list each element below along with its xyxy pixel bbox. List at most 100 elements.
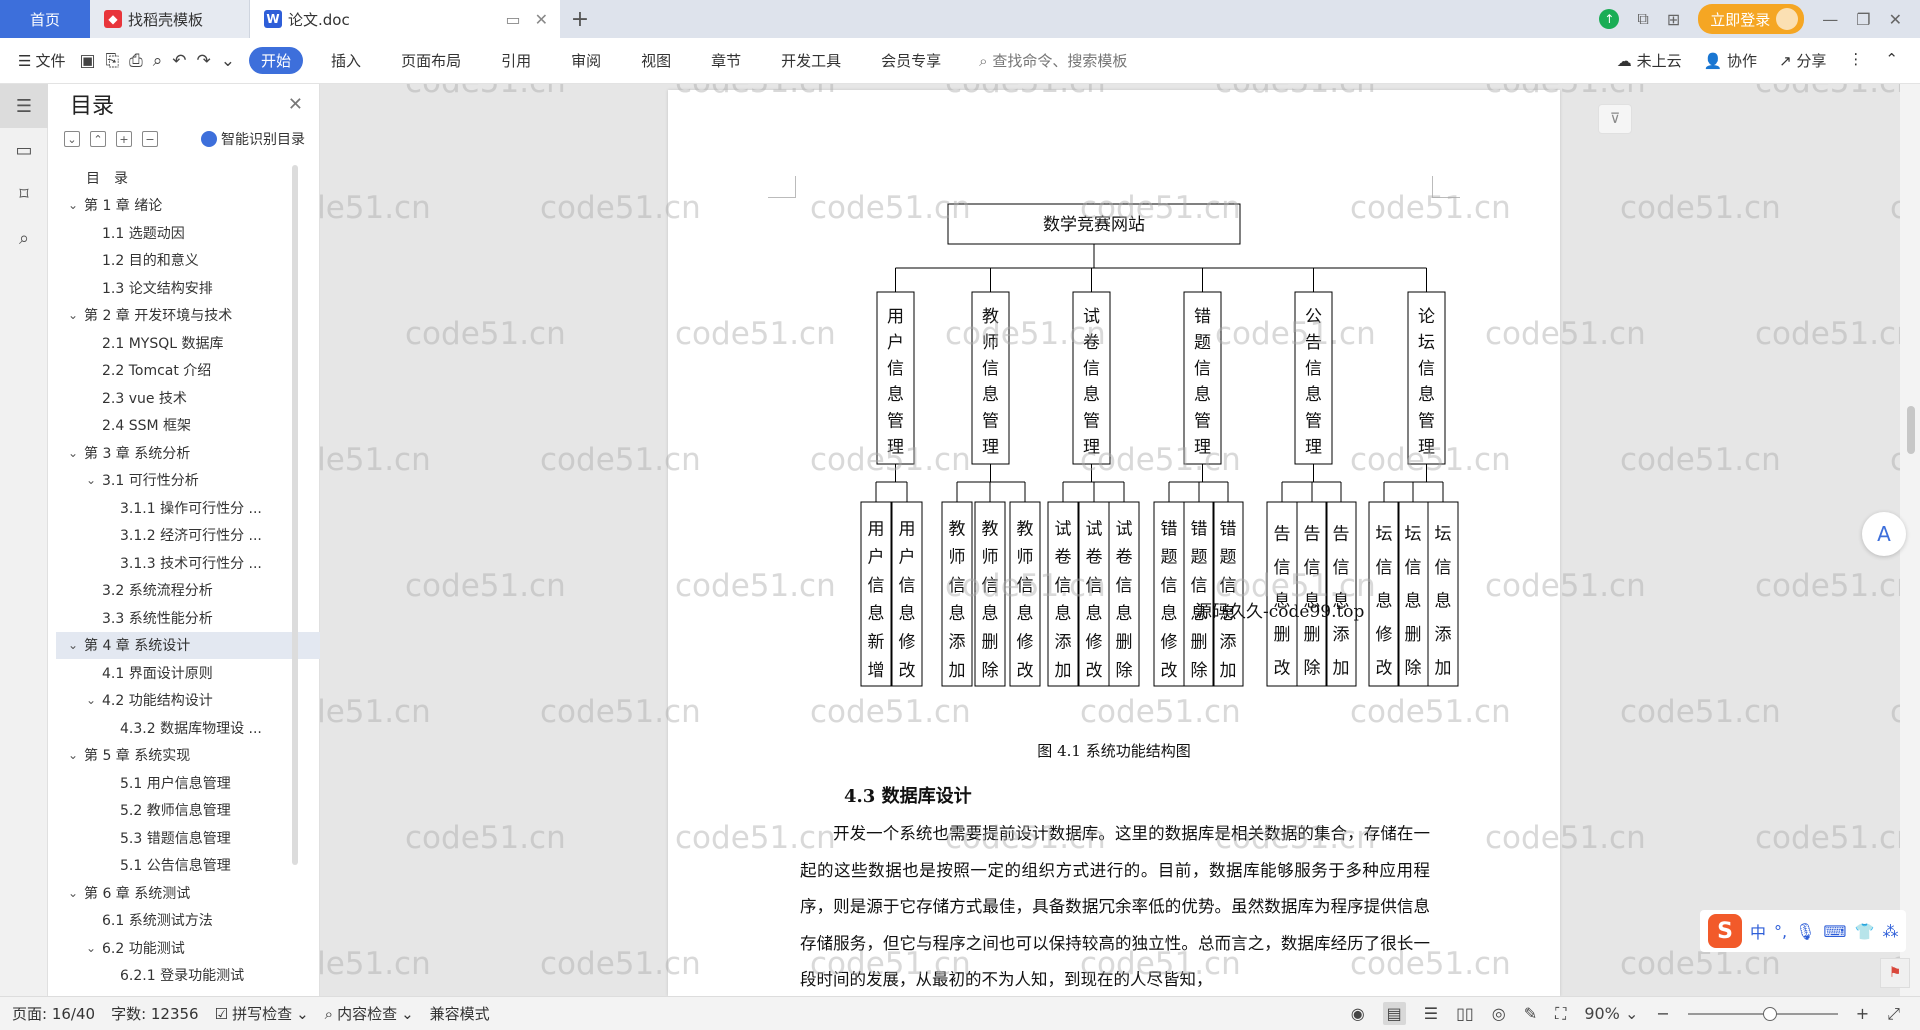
chevron-down-icon[interactable]: ⌄ — [64, 198, 82, 212]
undo-icon[interactable]: ↶ — [172, 51, 186, 71]
zoom-in-icon[interactable]: + — [1856, 1004, 1869, 1023]
more-icon[interactable]: ⋮ — [1848, 50, 1863, 71]
close-tab-icon[interactable]: ✕ — [535, 10, 548, 29]
chevron-down-icon[interactable]: ⌄ — [64, 638, 82, 652]
toc-item[interactable]: ⌄ 第 4 章 系统设计 — [56, 631, 344, 659]
upload-icon[interactable]: ↑ — [1599, 9, 1620, 29]
remove-heading-icon[interactable]: − — [142, 131, 158, 147]
print-icon[interactable]: ⎙ — [129, 51, 143, 71]
print-preview-icon[interactable]: ⌕ — [153, 51, 163, 71]
chevron-down-icon[interactable]: ⌄ — [64, 446, 82, 460]
toc-item[interactable]: 5.3 错题信息管理 — [56, 824, 344, 852]
chevron-down-icon[interactable]: ⌄ — [82, 473, 100, 487]
toc-item[interactable]: 3.1.2 经济可行性分 ... — [56, 522, 344, 550]
toc-item[interactable]: ⌄ 第 5 章 系统实现 — [56, 742, 344, 770]
add-heading-icon[interactable]: + — [116, 131, 132, 147]
ime-lang[interactable]: 中 — [1750, 919, 1766, 943]
word-count[interactable]: 字数: 12356 — [111, 1003, 199, 1024]
apps-icon[interactable]: ⁂ — [1882, 922, 1898, 941]
toc-item[interactable]: 3.1.3 技术可行性分 ... — [56, 549, 344, 577]
eye-icon[interactable]: ◉ — [1351, 1004, 1365, 1023]
toc-item[interactable]: 2.2 Tomcat 介绍 — [56, 357, 344, 385]
sogou-icon[interactable]: S — [1708, 914, 1742, 948]
content-check[interactable]: ⌕ 内容检查 ⌄ — [325, 1003, 414, 1024]
ribbon-tab-7[interactable]: 开发工具 — [769, 47, 853, 74]
layout-icon[interactable]: ⧉ — [1637, 9, 1648, 29]
toc-item[interactable]: 1.3 论文结构安排 — [56, 274, 344, 302]
toc-item[interactable]: ⌄ 3.1 可行性分析 — [56, 467, 344, 495]
reading-view-icon[interactable]: ▯▯ — [1456, 1004, 1474, 1023]
restore-icon[interactable]: ❐ — [1856, 10, 1870, 29]
collapse-ribbon-icon[interactable]: ⌃ — [1885, 50, 1898, 71]
close-window-icon[interactable]: ✕ — [1889, 10, 1902, 29]
toc-item[interactable]: 2.4 SSM 框架 — [56, 412, 344, 440]
toc-item[interactable]: 5.2 教师信息管理 — [56, 797, 344, 825]
mic-icon[interactable]: 🎙 — [1795, 922, 1815, 941]
login-button[interactable]: 立即登录 — [1698, 4, 1805, 34]
keyboard-icon[interactable]: ⌨ — [1823, 922, 1846, 941]
web-view-icon[interactable]: ◎ — [1492, 1004, 1506, 1023]
toc-item[interactable]: 1.1 选题动因 — [56, 219, 344, 247]
ribbon-tab-4[interactable]: 审阅 — [559, 47, 613, 74]
folder-icon[interactable]: ▭ — [0, 128, 48, 172]
minimize-icon[interactable]: — — [1822, 10, 1838, 29]
toc-item[interactable]: 3.2 系统流程分析 — [56, 577, 344, 605]
ribbon-tab-3[interactable]: 引用 — [489, 47, 543, 74]
chevron-down-icon[interactable]: ⌄ — [82, 941, 100, 955]
toc-item[interactable]: 3.3 系统性能分析 — [56, 604, 344, 632]
toc-item[interactable]: 2.3 vue 技术 — [56, 384, 344, 412]
new-tab-button[interactable]: + — [560, 0, 600, 38]
page-view-icon[interactable]: ▤ — [1382, 1002, 1406, 1025]
close-icon[interactable]: ✕ — [288, 94, 303, 115]
save-icon[interactable]: ▣ — [79, 51, 95, 71]
chevron-down-icon[interactable]: ⌄ — [64, 308, 82, 322]
tab-document[interactable]: W 论文.doc ▭ ✕ — [250, 0, 560, 38]
collab-button[interactable]: 👤 协作 — [1704, 50, 1757, 71]
share-button[interactable]: ↗ 分享 — [1779, 50, 1826, 71]
monitor-icon[interactable]: ▭ — [505, 10, 520, 29]
toc-item[interactable]: 4.3.2 数据库物理设 ... — [56, 714, 344, 742]
toc-item[interactable]: 2.1 MYSQL 数据库 — [56, 329, 344, 357]
chevron-down-icon[interactable]: ⌄ — [64, 886, 82, 900]
toc-item[interactable]: 5.1 用户信息管理 — [56, 769, 344, 797]
toc-item[interactable]: 6.1 系统测试方法 — [56, 907, 344, 935]
toc-item[interactable]: ⌄ 第 2 章 开发环境与技术 — [56, 302, 344, 330]
ime-punct[interactable]: °, — [1774, 922, 1787, 941]
search-icon[interactable]: ⌕ — [0, 216, 48, 260]
command-search[interactable]: ⌕ 查找命令、搜索模板 — [979, 50, 1127, 71]
pen-icon[interactable]: ✎ — [1524, 1004, 1537, 1023]
toc-panel-icon[interactable]: ☰ — [0, 84, 48, 128]
toc-item[interactable]: 1.2 目的和意义 — [56, 247, 344, 275]
ribbon-tab-0[interactable]: 开始 — [249, 47, 304, 74]
bookmark-icon[interactable]: ⌑ — [0, 172, 48, 216]
file-menu[interactable]: ☰ 文件 — [18, 50, 65, 71]
cloud-status[interactable]: ☁ 未上云 — [1617, 50, 1682, 71]
zoom-slider[interactable] — [1687, 1006, 1838, 1021]
skin-icon[interactable]: 👕 — [1855, 922, 1875, 941]
toc-item[interactable]: ⌄ 第 6 章 系统测试 — [56, 879, 344, 907]
outline-view-icon[interactable]: ☰ — [1424, 1004, 1438, 1023]
ribbon-tab-2[interactable]: 页面布局 — [389, 47, 473, 74]
zoom-slider-knob[interactable] — [1762, 1006, 1777, 1021]
toc-item[interactable]: 6.2.1 登录功能测试 — [56, 962, 344, 990]
chevron-down-icon[interactable]: ⌄ — [82, 693, 100, 707]
ribbon-tab-8[interactable]: 会员专享 — [869, 47, 953, 74]
smart-toc-button[interactable]: 智能识别目录 — [201, 129, 305, 149]
zoom-out-icon[interactable]: − — [1656, 1004, 1669, 1023]
chevron-down-icon[interactable]: ⌄ — [64, 748, 82, 762]
zoom-level[interactable]: 90% ⌄ — [1584, 1004, 1638, 1023]
tab-home[interactable]: 首页 — [0, 0, 90, 38]
toc-item[interactable]: ⌄ 第 1 章 绪论 — [56, 192, 344, 220]
ribbon-tab-1[interactable]: 插入 — [319, 47, 373, 74]
toc-item[interactable]: ⌄ 第 3 章 系统分析 — [56, 439, 344, 467]
page-indicator[interactable]: 页面: 16/40 — [12, 1003, 95, 1024]
spell-check[interactable]: ☑ 拼写检查 ⌄ — [215, 1003, 309, 1024]
redo-icon[interactable]: ↷ — [197, 51, 211, 71]
tab-daoke[interactable]: ◆ 找稻壳模板 — [90, 0, 250, 38]
ribbon-tab-5[interactable]: 视图 — [629, 47, 683, 74]
toc-item[interactable]: ⌄ 4.2 功能结构设计 — [56, 687, 344, 715]
customize-dropdown-icon[interactable]: ⌄ — [221, 51, 235, 71]
collapse-all-icon[interactable]: ⌄ — [64, 131, 80, 147]
export-pdf-icon[interactable]: ⎘ — [106, 51, 120, 71]
fit-page-icon[interactable]: ⛶ — [1555, 1004, 1566, 1024]
